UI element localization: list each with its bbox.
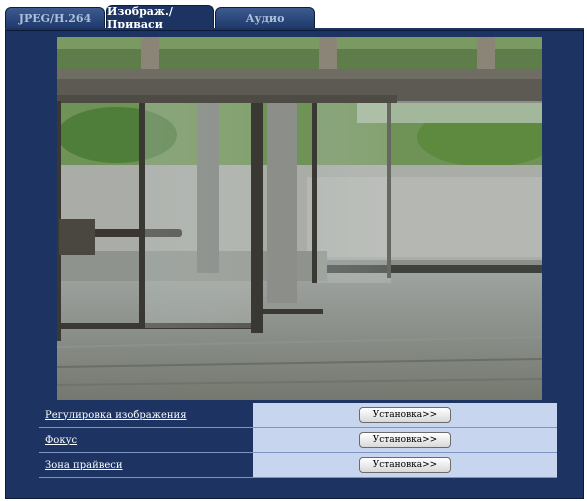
tab-image-privacy[interactable]: Изображ./Приваси [106, 5, 214, 31]
privacy-zone-link[interactable]: Зона прайвеси [39, 453, 253, 477]
settings-row-image-adjust: Регулировка изображения Установка>> [39, 403, 557, 428]
tab-jpeg-h264[interactable]: JPEG/H.264 [5, 7, 105, 28]
privacy-zone-cell: Установка>> [253, 453, 557, 477]
image-adjust-link[interactable]: Регулировка изображения [39, 403, 253, 427]
tab-bar: JPEG/H.264 Изображ./Приваси Аудио [0, 0, 587, 31]
privacy-zone-setup-button[interactable]: Установка>> [359, 457, 451, 473]
settings-row-privacy-zone: Зона прайвеси Установка>> [39, 453, 557, 478]
image-adjust-setup-button[interactable]: Установка>> [359, 407, 451, 423]
tab-audio[interactable]: Аудио [215, 7, 315, 28]
camera-scene [57, 37, 542, 400]
settings-row-focus: Фокус Установка>> [39, 428, 557, 453]
image-adjust-cell: Установка>> [253, 403, 557, 427]
camera-live-image [57, 37, 542, 400]
focus-cell: Установка>> [253, 428, 557, 452]
settings-table: Регулировка изображения Установка>> Фоку… [39, 403, 557, 478]
settings-panel: Регулировка изображения Установка>> Фоку… [5, 30, 584, 499]
focus-link[interactable]: Фокус [39, 428, 253, 452]
focus-setup-button[interactable]: Установка>> [359, 432, 451, 448]
